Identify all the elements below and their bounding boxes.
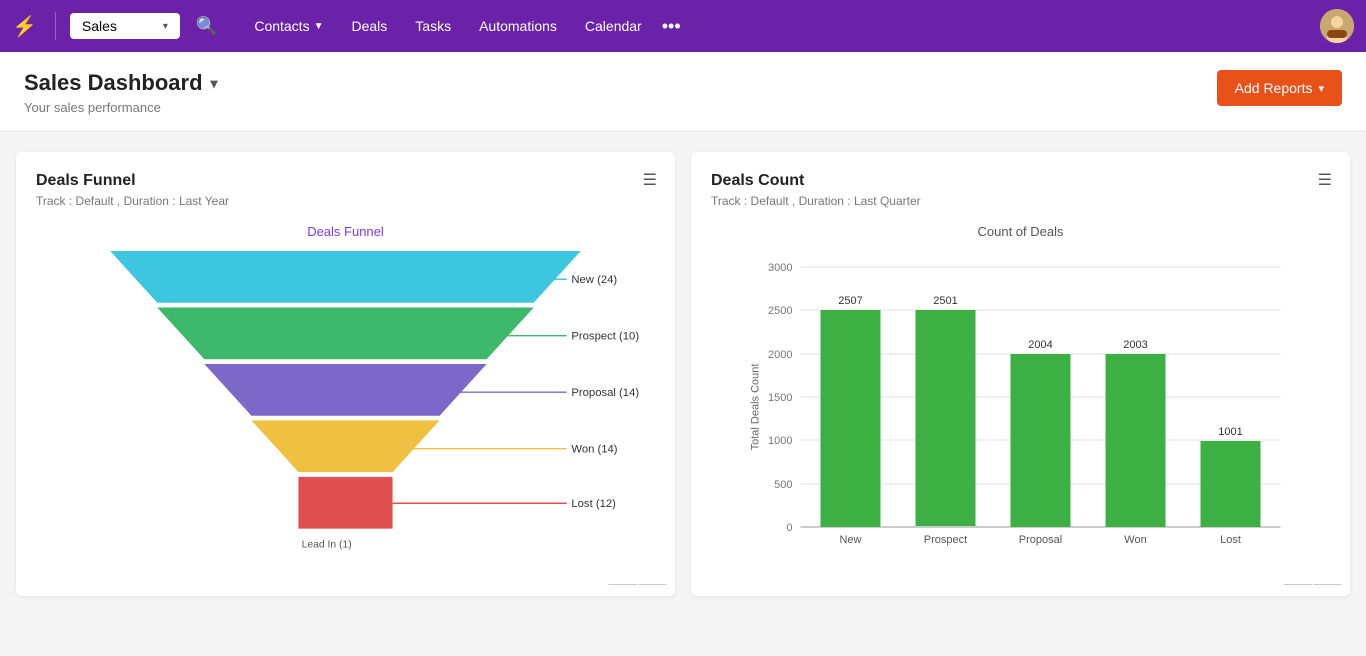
bar-chart-title: Count of Deals	[711, 224, 1330, 239]
contacts-label: Contacts	[254, 18, 309, 34]
automations-nav-item[interactable]: Automations	[467, 12, 569, 40]
bar-xlabel-new: New	[839, 534, 861, 546]
funnel-stage-lost	[298, 477, 392, 529]
page-header: Sales Dashboard ▾ Your sales performance…	[0, 52, 1366, 132]
funnel-label-prospect: Prospect (10)	[571, 330, 639, 342]
deals-nav-item[interactable]: Deals	[339, 12, 399, 40]
sales-dropdown-label: Sales	[82, 18, 117, 34]
avatar[interactable]	[1320, 9, 1354, 43]
funnel-label-new: New (24)	[571, 274, 617, 286]
bar-lost	[1201, 441, 1261, 527]
y-tick-2500: 2500	[768, 305, 792, 317]
funnel-card-subtitle: Track : Default , Duration : Last Year	[36, 194, 655, 208]
y-tick-0: 0	[786, 522, 792, 534]
funnel-chart-title: Deals Funnel	[307, 224, 384, 239]
sales-dropdown-arrow: ▾	[163, 21, 168, 32]
funnel-card-title: Deals Funnel	[36, 172, 655, 190]
bar-scroll-hint: ⸻⸻	[1283, 575, 1342, 592]
bar-xlabel-won: Won	[1124, 534, 1146, 546]
bar-label-lost: 1001	[1218, 426, 1242, 438]
funnel-label-lost: Lost (12)	[571, 498, 616, 510]
bar-xlabel-lost: Lost	[1220, 534, 1241, 546]
funnel-scroll-hint: ⸻⸻	[608, 575, 667, 592]
logo-icon: ⚡	[12, 14, 37, 39]
page-title: Sales Dashboard ▾	[24, 70, 218, 96]
calendar-nav-item[interactable]: Calendar	[573, 12, 654, 40]
y-tick-1500: 1500	[768, 392, 792, 404]
funnel-stage-prospect	[157, 307, 533, 359]
automations-label: Automations	[479, 18, 557, 34]
y-axis-label: Total Deals Count	[750, 364, 762, 451]
bar-chart-area: Total Deals Count 3000 2500 2000 1500 10…	[711, 247, 1330, 572]
bar-won	[1106, 354, 1166, 527]
nav-divider	[55, 12, 56, 40]
bar-card-subtitle: Track : Default , Duration : Last Quarte…	[711, 194, 1330, 208]
more-nav-icon[interactable]: •••	[662, 16, 681, 37]
page-title-group: Sales Dashboard ▾ Your sales performance	[24, 70, 218, 115]
contacts-arrow: ▼	[314, 21, 324, 32]
funnel-label-leadin: Lead In (1)	[302, 539, 352, 550]
bar-label-won: 2003	[1123, 339, 1147, 351]
funnel-svg: New (24) Prospect (10) Proposal (14) Won…	[36, 251, 655, 571]
bar-menu-icon[interactable]: ☰	[1318, 170, 1332, 190]
add-reports-arrow: ▾	[1318, 82, 1324, 95]
funnel-card: Deals Funnel Track : Default , Duration …	[16, 152, 675, 596]
contacts-nav-item[interactable]: Contacts ▼	[242, 12, 335, 40]
bar-card: Deals Count Track : Default , Duration :…	[691, 152, 1350, 596]
bar-new	[821, 310, 881, 527]
funnel-label-proposal: Proposal (14)	[571, 387, 639, 399]
top-navigation: ⚡ Sales ▾ 🔍 Contacts ▼ Deals Tasks Autom…	[0, 0, 1366, 52]
bar-label-prospect: 2501	[933, 295, 957, 307]
deals-label: Deals	[351, 18, 387, 34]
tasks-label: Tasks	[415, 18, 451, 34]
funnel-stage-proposal	[204, 364, 486, 416]
bar-xlabel-proposal: Proposal	[1019, 534, 1062, 546]
add-reports-label: Add Reports	[1235, 80, 1313, 96]
funnel-menu-icon[interactable]: ☰	[643, 170, 657, 190]
y-tick-1000: 1000	[768, 435, 792, 447]
bar-xlabel-prospect: Prospect	[924, 534, 967, 546]
bar-chart-svg: Total Deals Count 3000 2500 2000 1500 10…	[711, 247, 1330, 567]
funnel-stage-won	[251, 420, 439, 472]
funnel-svg-wrapper: New (24) Prospect (10) Proposal (14) Won…	[36, 251, 655, 576]
sales-dropdown[interactable]: Sales ▾	[70, 13, 180, 39]
nav-items-group: Contacts ▼ Deals Tasks Automations Calen…	[242, 12, 680, 40]
bar-card-title: Deals Count	[711, 172, 1330, 190]
bar-proposal	[1011, 354, 1071, 527]
main-content: Deals Funnel Track : Default , Duration …	[0, 132, 1366, 616]
page-subtitle: Your sales performance	[24, 100, 218, 115]
bar-prospect	[916, 310, 976, 526]
y-tick-2000: 2000	[768, 349, 792, 361]
search-icon[interactable]: 🔍	[196, 16, 218, 37]
page-title-text: Sales Dashboard	[24, 70, 203, 96]
funnel-label-won: Won (14)	[571, 443, 617, 455]
funnel-container: Deals Funnel New (24) Prospect (10) Prop…	[36, 224, 655, 576]
page-title-arrow[interactable]: ▾	[211, 75, 218, 92]
bar-label-proposal: 2004	[1028, 339, 1052, 351]
y-tick-500: 500	[774, 479, 792, 491]
tasks-nav-item[interactable]: Tasks	[403, 12, 463, 40]
bar-label-new: 2507	[838, 295, 862, 307]
y-tick-3000: 3000	[768, 262, 792, 274]
calendar-label: Calendar	[585, 18, 642, 34]
add-reports-button[interactable]: Add Reports ▾	[1217, 70, 1342, 106]
funnel-stage-new	[110, 251, 581, 303]
